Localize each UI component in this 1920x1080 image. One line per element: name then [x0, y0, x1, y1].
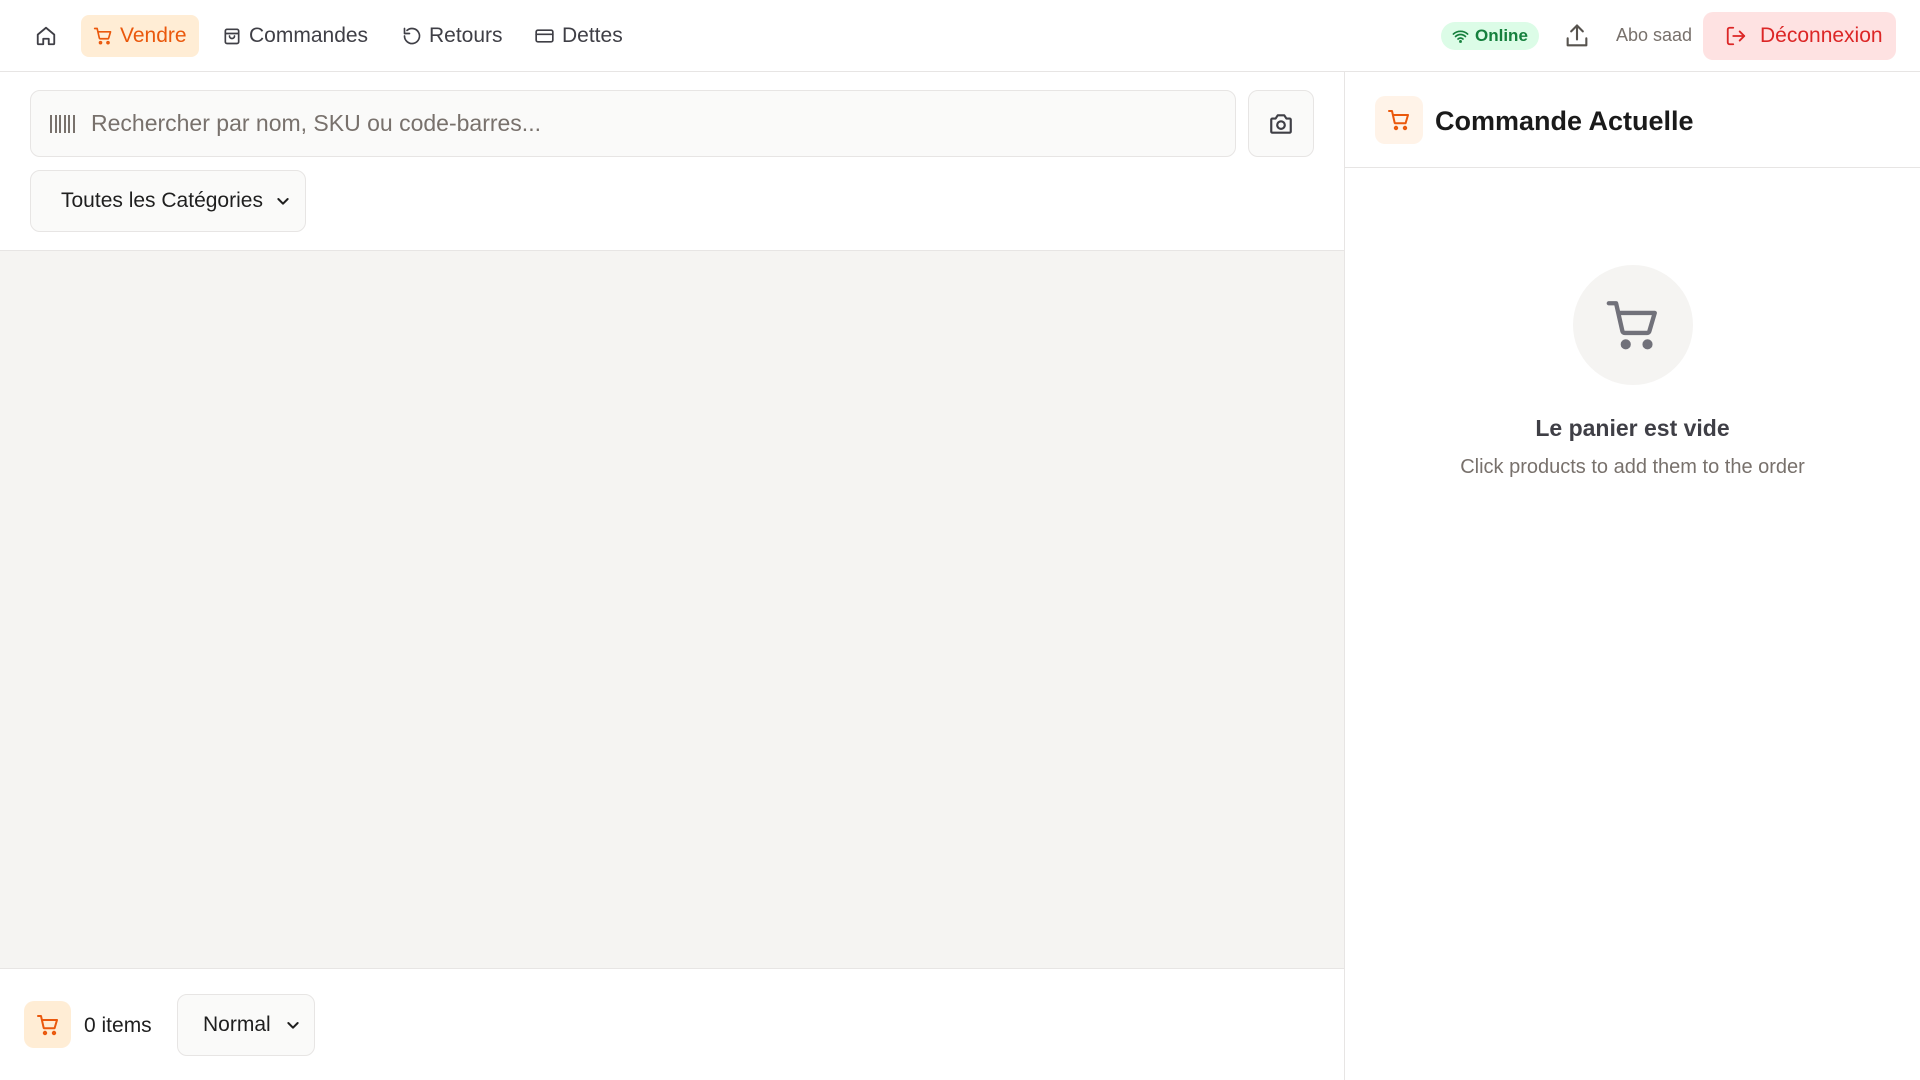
nav-commandes[interactable]: Commandes — [210, 15, 380, 57]
order-title: Commande Actuelle — [1435, 106, 1694, 136]
price-mode-select[interactable]: Normal — [177, 994, 315, 1056]
user-name: Abo saad — [1616, 25, 1693, 45]
status-badge: Online — [1441, 22, 1539, 50]
sync-upload-button[interactable] — [1560, 19, 1594, 53]
home-icon — [36, 26, 56, 46]
empty-cart-icon — [1606, 301, 1657, 350]
logout-label: Déconnexion — [1760, 24, 1883, 47]
nav-vendre-label: Vendre — [120, 24, 187, 47]
product-grid — [0, 250, 1344, 969]
nav-retours[interactable]: Retours — [390, 15, 515, 57]
bottom-cart-button[interactable] — [24, 1001, 71, 1048]
top-nav: Vendre Commandes Retours Dettes Online A… — [0, 0, 1920, 72]
barcode-icon — [50, 114, 75, 133]
cart-icon — [1388, 110, 1409, 131]
undo-icon — [403, 27, 421, 45]
chevron-down-icon — [287, 1022, 299, 1029]
nav-vendre[interactable]: Vendre — [81, 15, 199, 57]
empty-cart-subtitle: Click products to add them to the order — [1460, 456, 1805, 478]
category-select[interactable]: Toutes les Catégories — [30, 170, 306, 232]
price-mode-value: Normal — [203, 1013, 271, 1036]
item-count: 0 items — [84, 1014, 152, 1037]
nav-dettes-label: Dettes — [562, 24, 623, 47]
camera-icon — [1270, 113, 1292, 134]
cart-icon — [93, 27, 112, 45]
chevron-down-icon — [277, 198, 289, 205]
card-icon — [535, 29, 554, 43]
order-cart-icon-box — [1375, 96, 1423, 144]
empty-cart-title: Le panier est vide — [1535, 415, 1730, 441]
upload-icon — [1566, 24, 1588, 47]
home-button[interactable] — [30, 22, 62, 50]
empty-cart-illustration — [1573, 265, 1693, 385]
camera-scan-button[interactable] — [1248, 90, 1314, 157]
logout-icon — [1726, 26, 1746, 46]
logout-button[interactable]: Déconnexion — [1703, 12, 1896, 60]
nav-retours-label: Retours — [429, 24, 503, 47]
search-input[interactable] — [91, 110, 1235, 137]
wifi-icon — [1452, 29, 1469, 43]
nav-commandes-label: Commandes — [249, 24, 369, 47]
category-select-value: Toutes les Catégories — [61, 189, 263, 212]
search-box — [30, 90, 1236, 157]
nav-dettes[interactable]: Dettes — [522, 15, 635, 57]
status-label: Online — [1475, 26, 1528, 45]
cart-icon — [36, 1014, 58, 1035]
bag-icon — [224, 28, 240, 45]
panel-divider — [1344, 72, 1345, 1080]
